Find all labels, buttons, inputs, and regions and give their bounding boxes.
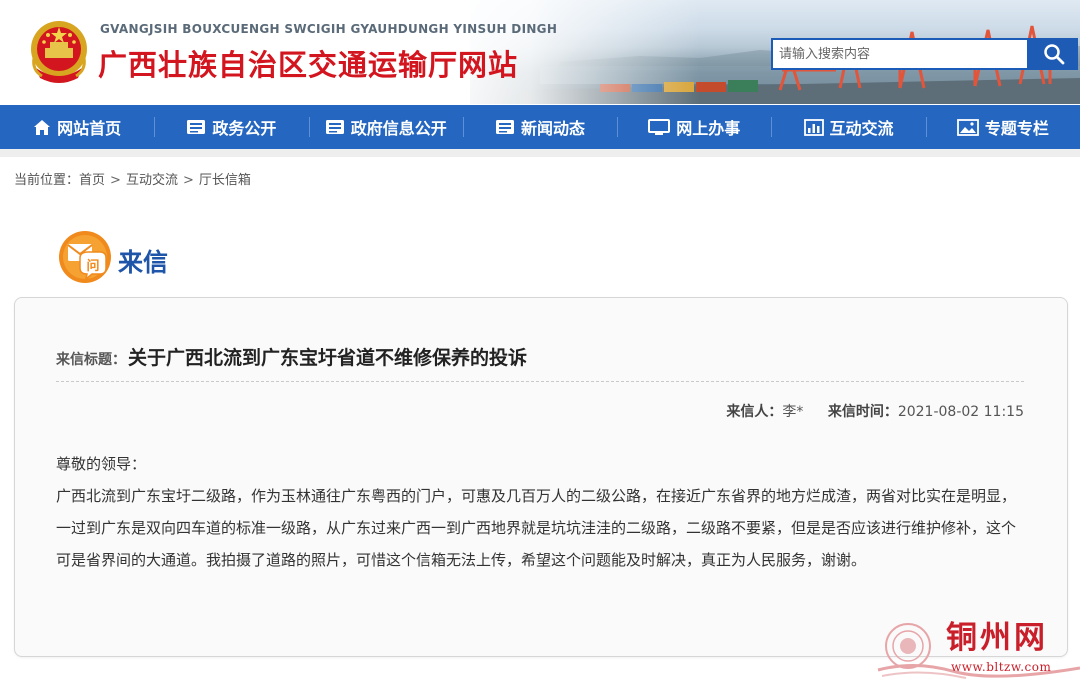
watermark-url: www.bltzw.com xyxy=(951,660,1052,674)
nav-item-home[interactable]: 网站首页 xyxy=(0,105,154,149)
nav-item-news[interactable]: 新闻动态 xyxy=(462,105,617,149)
nav-item-label: 新闻动态 xyxy=(520,119,585,138)
search-icon xyxy=(1043,44,1064,65)
letter-title: 关于广西北流到广东宝圩省道不维修保养的投诉 xyxy=(128,347,528,369)
breadcrumb-separator: > xyxy=(182,173,194,188)
letter-greeting: 尊敬的领导： xyxy=(56,455,147,473)
document-icon xyxy=(495,120,514,134)
letter-icon-glyph: 问 xyxy=(86,258,99,274)
monitor-icon xyxy=(648,118,671,135)
chart-icon xyxy=(803,118,824,136)
time-label: 来信时间： xyxy=(827,404,898,420)
search-button[interactable] xyxy=(1029,38,1078,70)
letter-body: 尊敬的领导： 广西北流到广东宝圩二级路，作为玉林通往广东粤西的门户，可惠及几百万… xyxy=(56,448,1026,576)
nav-item-gov-info[interactable]: 政府信息公开 xyxy=(308,105,463,149)
breadcrumb-interaction[interactable]: 互动交流 xyxy=(126,173,178,188)
site-header: GVANGJSIH BOUXCUENGH SWCIGIH GYAUHDUNGH … xyxy=(0,0,1080,104)
letter-title-row: 来信标题： 关于广西北流到广东宝圩省道不维修保养的投诉 xyxy=(56,343,527,370)
home-icon xyxy=(34,119,51,135)
national-emblem-icon xyxy=(31,21,87,83)
image-icon xyxy=(956,118,979,136)
letter-meta: 来信人：李* 来信时间：2021-08-02 11:15 xyxy=(726,401,1024,421)
letter-content: 广西北流到广东宝圩二级路，作为玉林通往广东粤西的门户，可惠及几百万人的二级公路，… xyxy=(56,487,1017,569)
nav-item-interaction[interactable]: 互动交流 xyxy=(771,105,925,149)
nav-item-online-services[interactable]: 网上办事 xyxy=(617,105,771,149)
letter-title-label: 来信标题： xyxy=(56,352,126,368)
time-value: 2021-08-02 11:15 xyxy=(897,404,1024,420)
watermark-text: 铜州网 xyxy=(946,620,1048,656)
breadcrumb-prefix: 当前位置： xyxy=(14,173,80,188)
nav-item-label: 政府信息公开 xyxy=(350,119,447,138)
nav-item-label: 网站首页 xyxy=(57,119,122,138)
nav-item-label: 政务公开 xyxy=(212,119,277,138)
nav-item-label: 网上办事 xyxy=(676,119,741,138)
breadcrumb-director-mailbox[interactable]: 厅长信箱 xyxy=(199,173,251,188)
letter-question-icon: 问 xyxy=(59,231,111,283)
nav-item-special-topics[interactable]: 专题专栏 xyxy=(925,105,1080,149)
sender-label: 来信人： xyxy=(726,404,783,420)
search-box xyxy=(771,38,1029,70)
document-icon xyxy=(325,120,344,134)
site-title[interactable]: 广西壮族自治区交通运输厅网站 xyxy=(98,42,518,84)
breadcrumb-separator: > xyxy=(110,173,121,188)
nav-item-label: 互动交流 xyxy=(829,119,894,138)
breadcrumb: 当前位置：首页 > 互动交流 > 厅长信箱 xyxy=(14,169,251,188)
nav-underbar xyxy=(0,149,1080,157)
title-divider xyxy=(56,381,1024,382)
breadcrumb-home[interactable]: 首页 xyxy=(79,173,105,188)
main-nav: 网站首页 政务公开 政府信息公开 新闻动态 网上办事 互动交流 专题专栏 xyxy=(0,105,1080,149)
search-input[interactable] xyxy=(773,40,1027,68)
nav-item-label: 专题专栏 xyxy=(984,119,1049,138)
letter-heading: 来信 xyxy=(118,248,169,277)
document-icon xyxy=(187,120,206,134)
sender-value: 李* xyxy=(782,404,804,420)
site-pinyin: GVANGJSIH BOUXCUENGH SWCIGIH GYAUHDUNGH … xyxy=(100,22,558,36)
nav-item-government-affairs[interactable]: 政务公开 xyxy=(154,105,308,149)
